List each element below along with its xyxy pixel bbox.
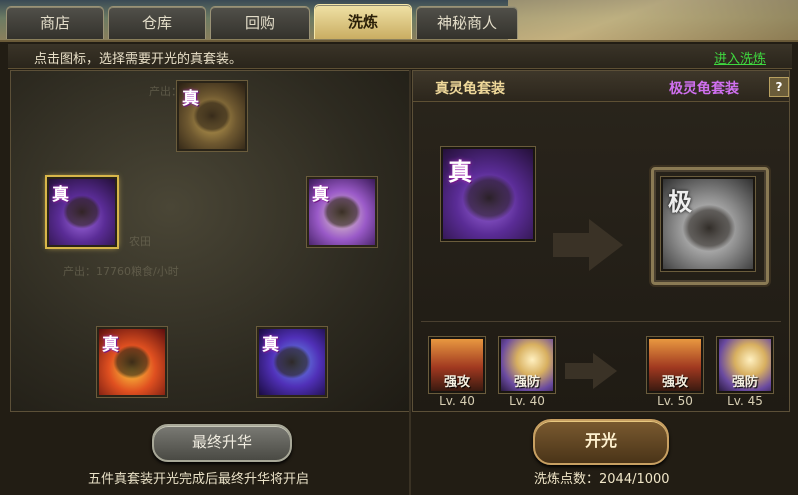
dragon-icon — [273, 345, 311, 379]
preview-header: 真灵龟套装 极灵龟套装 ? — [413, 71, 789, 102]
phoenix-icon — [113, 345, 151, 379]
suit-slot-phoenix[interactable]: 真 — [97, 327, 167, 397]
current-suit-icon: 真 — [441, 147, 535, 241]
upgraded-suit-icon: 极 — [661, 177, 755, 271]
enter-refine-link[interactable]: 进入洗炼 — [714, 48, 766, 67]
upgrade-arrow-shaft — [553, 233, 591, 257]
tiger-icon — [323, 195, 361, 229]
skill-label: 强攻 — [661, 375, 688, 390]
ultimate-grade-badge: 极 — [668, 188, 692, 216]
skill-level: Lv. 45 — [727, 394, 763, 408]
current-suit-title: 真灵龟套装 — [435, 81, 505, 97]
upgraded-suit-title: 极灵龟套装 — [669, 81, 739, 97]
tab-buyback[interactable]: 回购 — [210, 6, 310, 39]
tab-bar: 商店 仓库 回购 洗炼 神秘商人 — [0, 0, 798, 40]
info-bar: 点击图标，选择需要开光的真套装。 进入洗炼 — [8, 44, 792, 69]
suit-slot-tiger[interactable]: 真 — [307, 177, 377, 247]
suit-slot-qilin[interactable]: 真 — [177, 81, 247, 151]
skill-label: 强防 — [731, 375, 758, 390]
panel-divider — [409, 70, 411, 495]
refine-points-value: 2044/1000 — [599, 472, 670, 487]
turtle-icon — [683, 205, 735, 251]
background-scenery — [508, 0, 798, 40]
skill-level: Lv. 40 — [509, 394, 545, 408]
qilin-icon — [193, 99, 231, 133]
skill-after-defense: 强防 Lv. 45 — [717, 337, 773, 409]
tab-shop[interactable]: 商店 — [6, 6, 104, 39]
skill-level: Lv. 40 — [439, 394, 475, 408]
skill-arrow-icon — [593, 353, 617, 389]
final-sublimation-note: 五件真套装开光完成后最终升华将开启 — [88, 472, 310, 487]
true-grade-badge: 真 — [448, 158, 472, 186]
suit-slot-dragon[interactable]: 真 — [257, 327, 327, 397]
refine-panel: 点击图标，选择需要开光的真套装。 进入洗炼 产出： /小时 农田 产出：1776… — [0, 40, 798, 495]
skill-label: 强防 — [513, 375, 540, 390]
map-ghost-production: 产出：17760粮食/小时 — [63, 265, 179, 278]
tab-mystery-merchant[interactable]: 神秘商人 — [416, 6, 518, 39]
skill-before-defense: 强防 Lv. 40 — [499, 337, 555, 409]
instruction-text: 点击图标，选择需要开光的真套装。 — [34, 52, 243, 67]
skill-label: 强攻 — [443, 375, 470, 390]
open-light-button[interactable]: 开光 — [533, 419, 669, 465]
skill-before-attack: 强攻 Lv. 40 — [429, 337, 485, 409]
skill-after-attack: 强攻 Lv. 50 — [647, 337, 703, 409]
skill-level: Lv. 50 — [657, 394, 693, 408]
turtle-icon — [63, 195, 101, 229]
section-divider — [421, 321, 781, 322]
final-sublimation-button[interactable]: 最终升华 — [152, 424, 292, 462]
refine-points-label: 洗炼点数： — [534, 472, 600, 487]
upgrade-arrow-icon — [589, 219, 623, 271]
tab-refine[interactable]: 洗炼 — [314, 4, 412, 39]
refine-points: 洗炼点数：2044/1000 — [534, 468, 670, 487]
turtle-icon — [463, 175, 515, 221]
map-ghost-field: 农田 — [129, 235, 151, 248]
upgrade-preview-panel: 真灵龟套装 极灵龟套装 ? 真 极 强攻 Lv. 40 强防 Lv. 40 强攻… — [412, 70, 790, 412]
suit-selection-panel: 产出： /小时 农田 产出：17760粮食/小时 真 真 真 真 真 — [10, 70, 410, 412]
help-button[interactable]: ? — [769, 77, 789, 97]
tab-warehouse[interactable]: 仓库 — [108, 6, 206, 39]
skill-arrow-shaft — [565, 363, 593, 379]
suit-slot-turtle[interactable]: 真 — [47, 177, 117, 247]
